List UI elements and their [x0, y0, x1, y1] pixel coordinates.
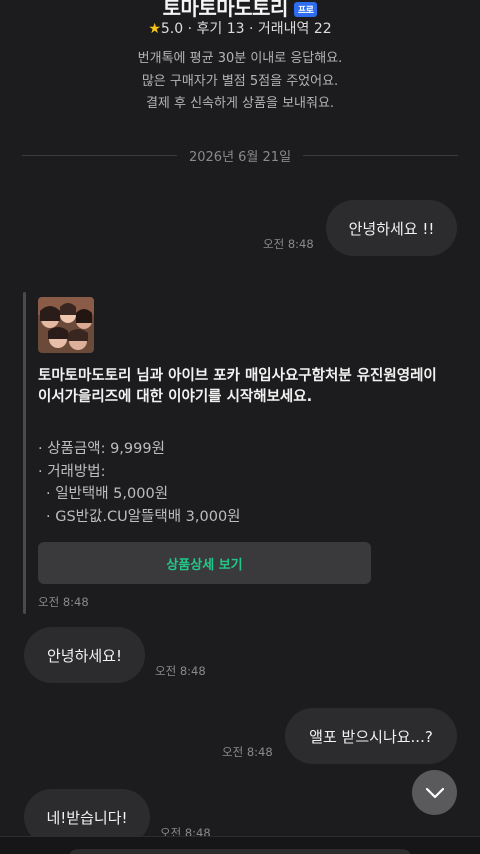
seller-info: 번개톡에 평균 30분 이내로 응답해요. 많은 구매자가 별점 5점을 주었어…: [0, 48, 480, 116]
trade-method-item: · GS반값.CU알뜰택배 3,000원: [46, 508, 241, 525]
product-detail-button[interactable]: 상품상세 보기: [38, 542, 371, 584]
seller-trades[interactable]: 거래내역 22: [258, 21, 332, 37]
sent-message-bubble[interactable]: 안녕하세요 !!: [326, 200, 457, 256]
pro-badge: 프로: [293, 2, 318, 17]
divider-line: [22, 154, 177, 156]
seller-name[interactable]: 토마토마도토리: [163, 0, 289, 20]
scroll-down-button[interactable]: [412, 770, 457, 815]
message-time: 오전 8:48: [38, 595, 89, 609]
date-label: 2026년 6월 21일: [188, 149, 292, 165]
stats-separator: ·: [187, 21, 197, 37]
message-time: 오전 8:48: [222, 745, 273, 759]
message-time: 오전 8:48: [263, 237, 314, 251]
product-card-details: · 상품금액: 9,999원 · 거래방법: · 일반택배 5,000원 · G…: [38, 438, 241, 528]
chat-screen: 토마토마도토리 프로 ★5.0 · 후기 13 · 거래내역 22 번개톡에 평균…: [0, 0, 480, 854]
seller-reviews[interactable]: 후기 13: [197, 21, 245, 37]
seller-rating: 5.0: [160, 21, 184, 37]
chevron-down-icon: [425, 787, 444, 798]
product-thumbnail[interactable]: [38, 297, 94, 353]
product-price: · 상품금액: 9,999원: [38, 441, 165, 457]
message-input-bar: [0, 836, 480, 854]
received-message-bubble[interactable]: 안녕하세요!: [24, 627, 145, 683]
divider-line: [303, 154, 459, 156]
product-card-bar: [23, 292, 26, 614]
trade-method-label: · 거래방법:: [38, 463, 106, 480]
sent-message-bubble[interactable]: 앨포 받으시나요...?: [285, 708, 457, 764]
date-divider: 2026년 6월 21일: [22, 145, 459, 165]
seller-info-line: 결제 후 신속하게 상품을 보내줘요.: [145, 96, 335, 111]
message-time: 오전 8:48: [155, 664, 206, 678]
product-card-title: 토마토마도토리 님과 아이브 포카 매입사요구함처분 유진원영레이이서가을리즈에…: [38, 368, 437, 405]
seller-info-line: 번개톡에 평균 30분 이내로 응답해요.: [137, 51, 343, 66]
message-input[interactable]: [68, 849, 412, 854]
stats-separator: ·: [248, 21, 258, 37]
trade-method-item: · 일반택배 5,000원: [46, 486, 169, 502]
product-photo-image: [38, 297, 94, 353]
seller-stats: ★5.0 · 후기 13 · 거래내역 22: [0, 18, 480, 38]
star-icon: ★: [148, 21, 161, 37]
seller-info-line: 많은 구매자가 별점 5점을 주었어요.: [141, 73, 339, 89]
